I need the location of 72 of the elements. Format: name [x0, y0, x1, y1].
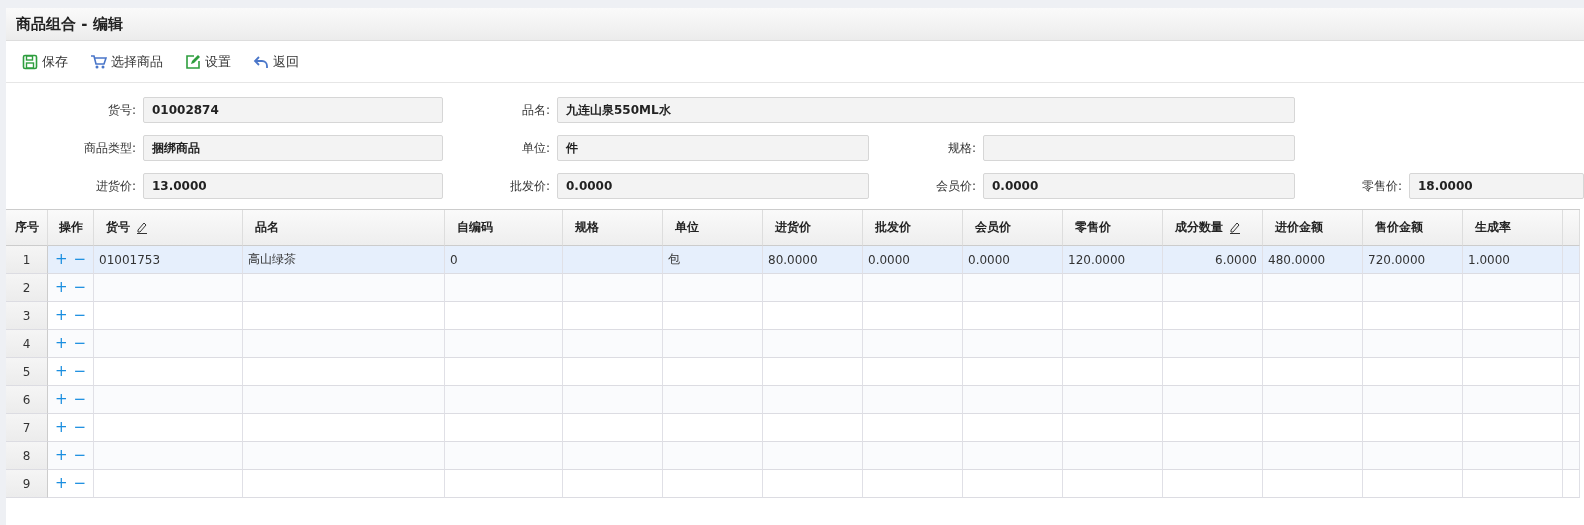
column-header: 操作	[48, 210, 94, 246]
header-text: 成分数量	[1175, 219, 1223, 236]
input-field[interactable]	[983, 135, 1295, 161]
header-text: 进价金额	[1275, 219, 1323, 236]
table-row[interactable]: 9 + −	[6, 470, 1580, 498]
back-icon	[253, 53, 269, 70]
field-label: 规格:	[947, 139, 976, 157]
header-text: 品名	[255, 219, 279, 236]
field-label: 品名:	[521, 101, 550, 119]
table-row[interactable]: 8 + −	[6, 442, 1580, 470]
input-field[interactable]: 0.0000	[557, 173, 869, 199]
row-number: 7	[6, 414, 48, 442]
save-icon	[22, 53, 38, 70]
back-button[interactable]: 返回	[253, 52, 299, 71]
field-label: 进货价:	[95, 177, 136, 195]
cart-icon	[90, 53, 107, 70]
row-number: 9	[6, 470, 48, 498]
input-field[interactable]: 件	[557, 135, 869, 161]
field-label: 单位:	[521, 139, 550, 157]
field-label: 商品类型:	[83, 139, 136, 157]
input-field[interactable]: 九连山泉550ML水	[557, 97, 1295, 123]
remove-row-button[interactable]: −	[73, 448, 87, 463]
remove-row-button[interactable]: −	[73, 476, 87, 491]
add-row-button[interactable]: +	[54, 364, 68, 379]
input-field[interactable]: 0.0000	[983, 173, 1295, 199]
column-header: 序号	[6, 210, 48, 246]
header-text: 会员价	[975, 219, 1011, 236]
add-row-button[interactable]: +	[54, 476, 68, 491]
window-title: 商品组合 - 编辑	[16, 14, 123, 34]
header-text: 规格	[575, 219, 599, 236]
remove-row-button[interactable]: −	[73, 308, 87, 323]
table-row[interactable]: 4 + −	[6, 330, 1580, 358]
remove-row-button[interactable]: −	[73, 336, 87, 351]
field-label: 会员价:	[935, 177, 976, 195]
remove-row-button[interactable]: −	[73, 392, 87, 407]
row-number: 5	[6, 358, 48, 386]
remove-row-button[interactable]: −	[73, 364, 87, 379]
input-field[interactable]: 01002874	[143, 97, 443, 123]
header-text: 生成率	[1475, 219, 1511, 236]
header-text: 零售价	[1075, 219, 1111, 236]
row-number: 8	[6, 442, 48, 470]
row-number: 2	[6, 274, 48, 302]
row-number: 4	[6, 330, 48, 358]
add-row-button[interactable]: +	[54, 420, 68, 435]
input-field[interactable]: 18.0000	[1409, 173, 1584, 199]
row-number: 1	[6, 246, 48, 274]
header-text: 批发价	[875, 219, 911, 236]
header-text: 售价金额	[1375, 219, 1423, 236]
table-row[interactable]: 7 + −	[6, 414, 1580, 442]
header-text: 单位	[675, 219, 699, 236]
cart-button[interactable]: 选择商品	[90, 52, 163, 71]
edit-icon	[185, 53, 201, 70]
save-button[interactable]: 保存	[22, 52, 68, 71]
field-label: 零售价:	[1361, 177, 1402, 195]
table-row[interactable]: 3 + −	[6, 302, 1580, 330]
field-label: 批发价:	[509, 177, 550, 195]
table-row[interactable]: 5 + −	[6, 358, 1580, 386]
add-row-button[interactable]: +	[54, 308, 68, 323]
input-field[interactable]: 捆绑商品	[143, 135, 443, 161]
input-field[interactable]: 13.0000	[143, 173, 443, 199]
field-label: 货号:	[107, 101, 136, 119]
header-text: 货号	[106, 219, 130, 236]
row-number: 6	[6, 386, 48, 414]
table-cell	[1563, 470, 1580, 498]
remove-row-button[interactable]: −	[73, 280, 87, 295]
row-number: 3	[6, 302, 48, 330]
table-row[interactable]: 2 + −	[6, 274, 1580, 302]
header-text: 自编码	[457, 219, 493, 236]
settings-button[interactable]: 设置	[185, 52, 231, 71]
remove-row-button[interactable]: −	[73, 420, 87, 435]
table-row[interactable]: 6 + −	[6, 386, 1580, 414]
header-text: 进货价	[775, 219, 811, 236]
